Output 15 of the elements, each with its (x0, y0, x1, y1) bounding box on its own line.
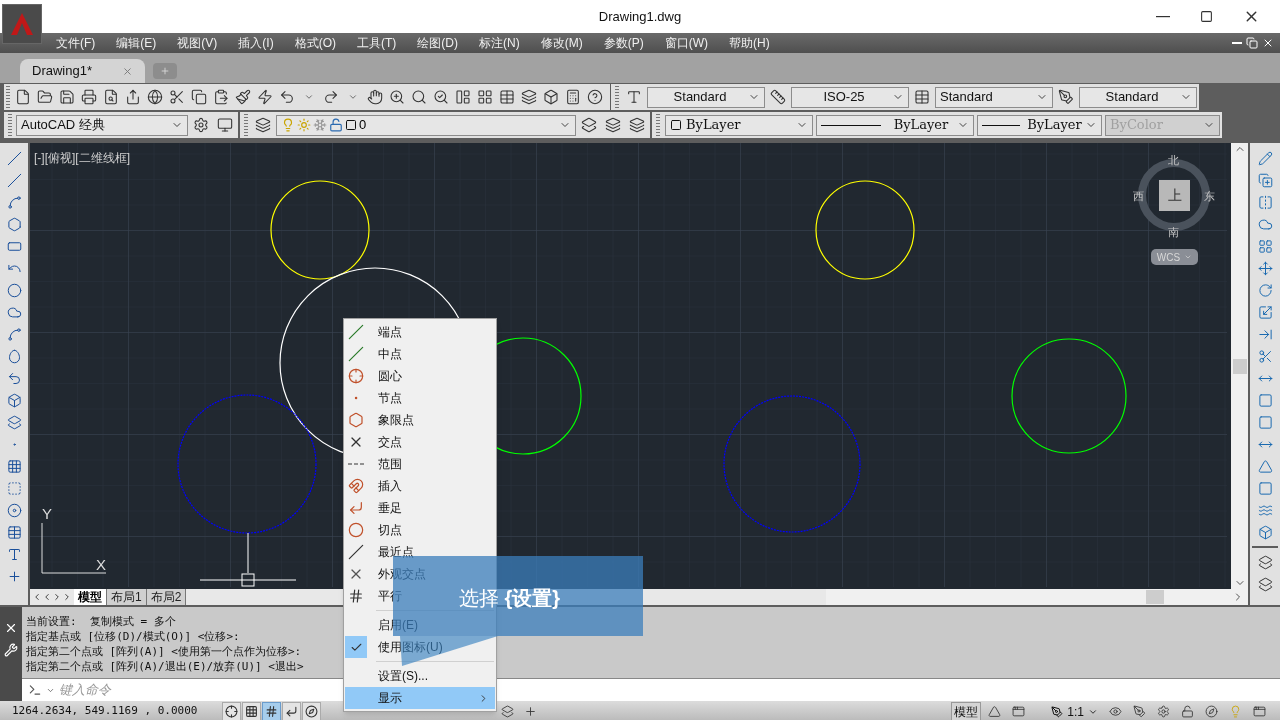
command-history-line: 当前设置: 复制模式 = 多个 (26, 614, 176, 629)
command-history-line: 指定基点或 [位移(D)/模式(O)] <位移>: (26, 629, 240, 644)
compass-west: 西 (1133, 189, 1144, 204)
command-history-line: 指定第二个点或 [阵列(A)] <使用第一个点作为位移>: (26, 644, 302, 659)
coordinates-readout: 1264.2634, 549.1169 , 0.0000 (12, 703, 199, 720)
callout-text: 选择 {设置} (459, 586, 561, 611)
ucs-x-label: X (96, 555, 106, 575)
scale-label: 1:1 (1067, 703, 1084, 720)
viewport-label: [-][俯视][二维线框] (34, 150, 130, 167)
command-history-line: 指定第二个点或 [阵列(A)/退出(E)/放弃(U)] <退出> (26, 659, 304, 674)
ucs-y-label: Y (42, 504, 52, 524)
compass-east: 东 (1204, 189, 1215, 204)
compass-north: 北 (1168, 153, 1179, 168)
window-title: Drawing1.dwg (598, 7, 682, 26)
compass-south: 南 (1168, 225, 1179, 240)
